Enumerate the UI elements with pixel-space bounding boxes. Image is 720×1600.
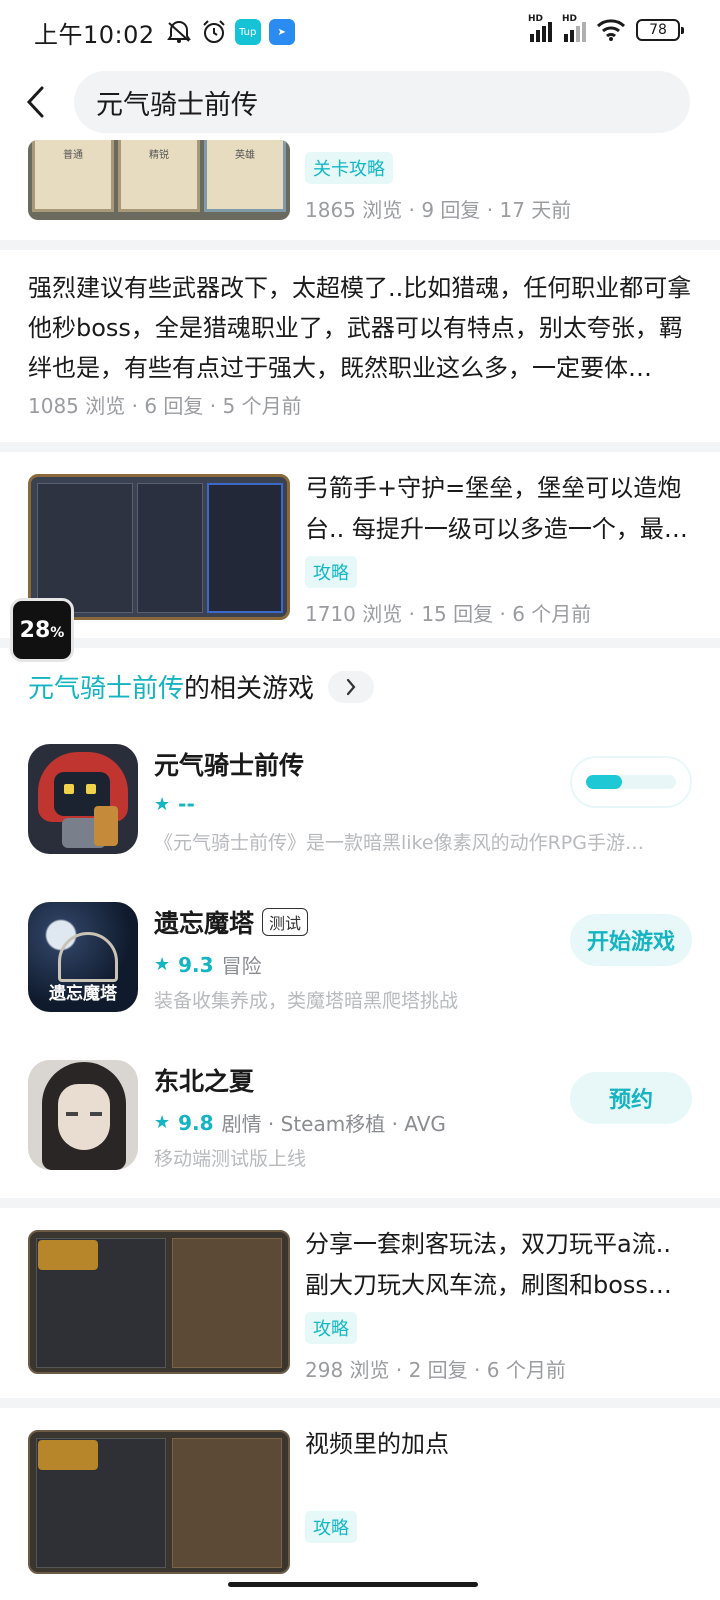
post-tag[interactable]: 关卡攻略 <box>305 152 393 184</box>
post-title: 弓箭手+守护=堡垒，堡垒可以造炮台.. 每提升一级可以多造一个，最… <box>305 474 688 543</box>
post-meta: 1865 浏览 · 9 回复 · 17 天前 <box>305 198 572 222</box>
game-description: 移动端测试版上线 <box>154 1148 307 1170</box>
status-bar: 上午10:02 Tup ➤ HD HD 78 <box>0 0 720 64</box>
test-badge: 测试 <box>262 908 309 936</box>
status-time: 上午10:02 <box>34 20 155 49</box>
post-title: 视频里的加点 <box>305 1430 449 1458</box>
send-app-icon: ➤ <box>268 19 295 45</box>
divider <box>0 1198 720 1208</box>
post-thumbnail: 普通 精锐 英雄 <box>28 140 290 220</box>
game-name: 元气骑士前传 <box>154 751 305 780</box>
post-title: 强烈建议有些武器改下，太超模了..比如猎魂，任何职业都可拿他秒boss，全是猎魂… <box>28 274 692 382</box>
game-rating: 9.3 <box>178 952 214 977</box>
divider <box>0 442 720 452</box>
divider <box>0 1398 720 1408</box>
star-icon: ★ <box>154 793 171 815</box>
related-games-title[interactable]: 元气骑士前传 的相关游戏 <box>28 668 375 705</box>
post-card[interactable]: 普通 精锐 英雄 关卡攻略 1865 浏览 · 9 回复 · 17 天前 <box>0 140 720 240</box>
game-name: 东北之夏 <box>154 1067 255 1096</box>
home-indicator[interactable] <box>228 1582 478 1587</box>
wifi-icon <box>596 19 626 41</box>
divider <box>0 638 720 648</box>
more-button[interactable] <box>328 670 375 703</box>
battery-icon: 78 <box>636 19 684 41</box>
mute-icon <box>166 21 191 43</box>
download-progress-button[interactable] <box>570 756 692 808</box>
game-icon <box>28 1060 138 1170</box>
reserve-button[interactable]: 预约 <box>570 1072 692 1124</box>
download-progress-bar <box>586 775 676 789</box>
post-tag[interactable]: 攻略 <box>305 1511 357 1543</box>
post-card[interactable]: 弓箭手+守护=堡垒，堡垒可以造炮台.. 每提升一级可以多造一个，最… 攻略 17… <box>0 452 720 638</box>
signal-icon-2: HD <box>562 14 586 42</box>
search-input[interactable]: 元气骑士前传 <box>74 71 690 133</box>
post-meta: 298 浏览 · 2 回复 · 6 个月前 <box>305 1358 566 1382</box>
post-card[interactable]: 强烈建议有些武器改下，太超模了..比如猎魂，任何职业都可拿他秒boss，全是猎魂… <box>0 250 720 442</box>
game-icon <box>28 744 138 854</box>
game-item[interactable]: 元气骑士前传 ★ -- 《元气骑士前传》是一款暗黑like像素风的动作RPG手游… <box>28 744 692 864</box>
game-name: 遗忘魔塔 <box>154 909 255 938</box>
game-description: 装备收集养成，类魔塔暗黑爬塔挑战 <box>154 990 459 1012</box>
game-item[interactable]: 遗忘魔塔 遗忘魔塔 测试 ★ 9.3 冒险 装备收集养成，类魔塔暗黑爬塔挑战 开… <box>28 902 692 1022</box>
post-tag[interactable]: 攻略 <box>305 1312 357 1344</box>
post-title: 分享一套刺客玩法，双刀玩平a流.. 副大刀玩大风车流，刷图和boss… <box>305 1230 672 1299</box>
content-feed: 普通 精锐 英雄 关卡攻略 1865 浏览 · 9 回复 · 17 天前 强烈建… <box>0 140 720 1600</box>
post-tag[interactable]: 攻略 <box>305 556 357 588</box>
game-rating: 9.8 <box>178 1110 214 1135</box>
chevron-right-icon <box>346 678 356 695</box>
post-thumbnail <box>28 474 290 620</box>
related-games-section: 元气骑士前传 的相关游戏 元气骑士前传 ★ -- 《元气骑士前传》是一款暗黑lik… <box>0 648 720 1198</box>
back-button[interactable] <box>0 72 70 132</box>
post-thumbnail <box>28 1430 290 1574</box>
start-game-button[interactable]: 开始游戏 <box>570 914 692 966</box>
star-icon: ★ <box>154 954 171 975</box>
signal-icon: HD <box>528 14 552 42</box>
search-header: 元气骑士前传 <box>0 64 720 140</box>
post-card[interactable]: 分享一套刺客玩法，双刀玩平a流.. 副大刀玩大风车流，刷图和boss… 攻略 2… <box>0 1208 720 1398</box>
star-icon: ★ <box>154 1112 171 1133</box>
game-description: 《元气骑士前传》是一款暗黑like像素风的动作RPG手游… <box>154 832 644 854</box>
app-notification-icon: Tup <box>234 19 261 45</box>
divider <box>0 240 720 250</box>
game-icon: 遗忘魔塔 <box>28 902 138 1012</box>
floating-progress-badge[interactable]: 28% <box>10 598 74 662</box>
chevron-left-icon <box>26 86 44 118</box>
post-card[interactable]: 视频里的加点 攻略 <box>0 1408 720 1600</box>
game-rating: -- <box>178 792 195 816</box>
alarm-icon <box>202 20 225 43</box>
post-meta: 1710 浏览 · 15 回复 · 6 个月前 <box>305 602 592 626</box>
post-thumbnail <box>28 1230 290 1374</box>
game-genre: 剧情 · Steam移植 · AVG <box>221 1112 446 1136</box>
game-item[interactable]: 东北之夏 ★ 9.8 剧情 · Steam移植 · AVG 移动端测试版上线 预… <box>28 1060 692 1180</box>
game-genre: 冒险 <box>221 954 262 978</box>
post-meta: 1085 浏览 · 6 回复 · 5 个月前 <box>28 394 302 418</box>
